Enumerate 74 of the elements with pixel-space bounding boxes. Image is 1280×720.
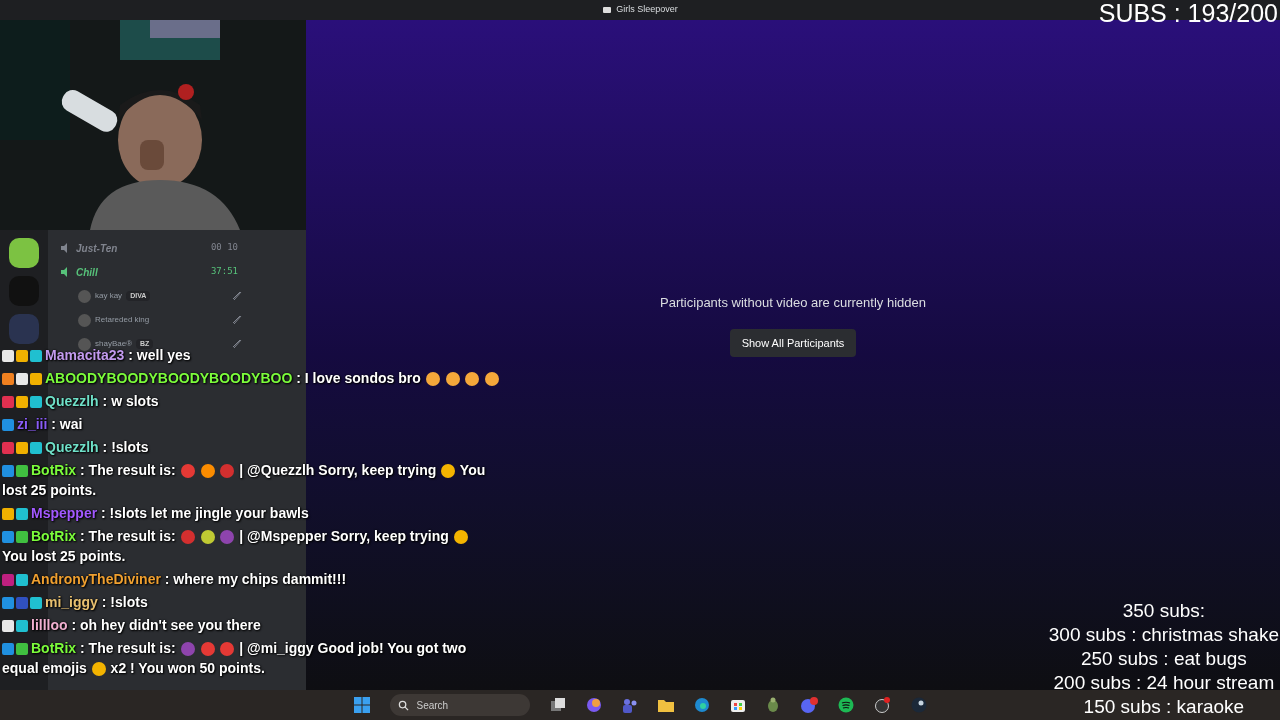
chat-message-text: The result is: xyxy=(88,462,176,478)
chat-message-text: x2 ! You won 50 points. xyxy=(110,660,265,676)
chat-username: Quezzlh xyxy=(45,393,99,409)
windows-icon[interactable] xyxy=(549,697,566,713)
show-all-participants-button[interactable]: Show All Participants xyxy=(729,328,857,357)
chat-message-text: !slots let me jingle your bawls xyxy=(109,505,309,521)
hidden-participants-notice: Participants without video are currently hidden xyxy=(660,294,926,312)
search-icon xyxy=(397,699,409,711)
sub-goal-text: 300 subs : christmas shake xyxy=(1048,623,1279,647)
voice-channel[interactable]: Just-Ten 00 10 xyxy=(56,238,242,258)
chat-message-text: w slots xyxy=(111,393,159,409)
chat-message-text: oh hey didn't see you there xyxy=(80,617,261,633)
server-icon[interactable] xyxy=(9,238,39,268)
chat-message-text: !slots xyxy=(111,439,149,455)
chat-message-text: equal emojis xyxy=(2,660,87,676)
sub-goal-text: 350 subs: xyxy=(1122,599,1206,623)
chat-username: lillloo xyxy=(31,617,68,633)
chat-message-text: I love sondos bro xyxy=(304,370,421,386)
app-icon xyxy=(602,5,613,15)
sub-goal-text: 150 subs : karaoke xyxy=(1083,695,1245,719)
sub-goal-text: 250 subs : eat bugs xyxy=(1080,647,1247,671)
chat-message-text: | @Quezzlh Sorry, keep trying xyxy=(239,462,437,478)
window-title: Girls Sleepover xyxy=(616,3,678,17)
chat-username: ABOODYBOODYBOODYBOODYBOO xyxy=(45,370,293,386)
chat-username: BotRix xyxy=(31,462,77,478)
chat-separator: : xyxy=(80,640,85,656)
chat-separator: : xyxy=(296,370,301,386)
chat-username: Mamacita23 xyxy=(45,347,125,363)
chat-separator: : xyxy=(128,347,133,363)
chat-message-text: The result is: xyxy=(88,640,176,656)
chat-separator: : xyxy=(51,416,56,432)
spotify-icon[interactable] xyxy=(837,697,854,713)
chat-username: BotRix xyxy=(31,640,77,656)
chat-separator: : xyxy=(102,393,108,409)
chat-message-text: | @Mspepper Sorry, keep trying xyxy=(239,528,449,544)
chat-message-text: lost 25 points. xyxy=(2,482,97,498)
avatar xyxy=(78,313,91,327)
chat-message-text: where my chips dammit!!! xyxy=(173,571,347,587)
search-field[interactable]: Search xyxy=(389,694,530,716)
chat-username: BotRix xyxy=(31,528,77,544)
chat-separator: : xyxy=(101,505,106,521)
chat-username: Mspepper xyxy=(31,505,98,521)
people-icon[interactable] xyxy=(621,697,638,713)
chat-message-text: You xyxy=(459,462,486,478)
chat-separator: : xyxy=(80,462,85,478)
chat-message-text: | @mi_iggy Good job! You got two xyxy=(239,640,467,656)
chat-separator: : xyxy=(71,617,77,633)
member-name: Retareded king xyxy=(95,314,150,326)
chat-username: zi_iii xyxy=(17,416,48,432)
chat-separator: : xyxy=(164,571,170,587)
chat-message-text: well yes xyxy=(136,347,191,363)
sub-counter: SUBS : 193/200 xyxy=(1098,1,1278,26)
member-name: kay kay xyxy=(95,290,123,302)
sub-goal-text: 200 subs : 24 hour stream xyxy=(1053,671,1275,695)
deafened-icon xyxy=(232,315,242,325)
chat-username: mi_iggy xyxy=(45,594,98,610)
avatar xyxy=(78,289,91,303)
store-icon[interactable] xyxy=(729,697,746,713)
deafened-icon xyxy=(232,339,242,349)
avatar xyxy=(78,337,91,351)
start-icon[interactable] xyxy=(353,697,370,713)
deafened-icon xyxy=(232,291,242,301)
member-name: shayBae® xyxy=(95,338,133,349)
chat-message-text: You lost 25 points. xyxy=(2,548,126,564)
chat-message-text: wai xyxy=(59,416,83,432)
chat-username: AndronyTheDiviner xyxy=(31,571,161,587)
chat-separator: : xyxy=(102,439,108,455)
voice-channel[interactable]: Chill 37:51 xyxy=(56,262,242,282)
folder-icon[interactable] xyxy=(657,698,674,712)
chat-separator: : xyxy=(80,528,85,544)
chat-message-text: !slots xyxy=(110,594,148,610)
chat-username: Quezzlh xyxy=(45,439,99,455)
chat-message-text: The result is: xyxy=(88,528,176,544)
chat-separator: : xyxy=(101,594,107,610)
